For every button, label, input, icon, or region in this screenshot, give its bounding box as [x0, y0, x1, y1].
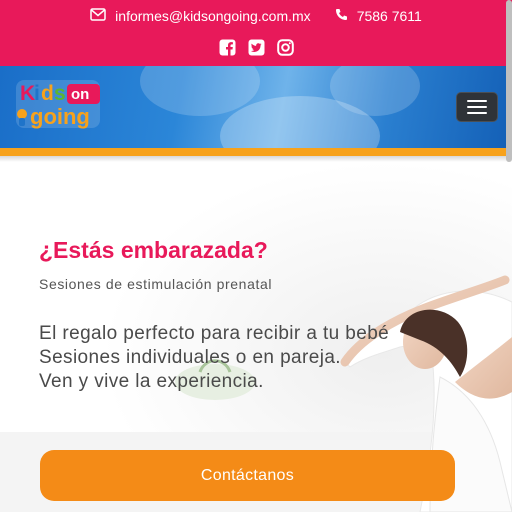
kids-on-going-logo[interactable]: K i d s on going — [14, 76, 104, 130]
social-links — [0, 38, 512, 60]
svg-text:d: d — [41, 82, 54, 105]
hero-body-line: Ven y vive la experiencia. — [39, 371, 264, 392]
menu-toggle-button[interactable] — [456, 92, 498, 122]
twitter-icon[interactable] — [247, 38, 266, 57]
envelope-icon — [90, 8, 106, 24]
phone-link[interactable]: 7586 7611 — [335, 8, 422, 24]
contact-row: informes@kidsongoing.com.mx 7586 7611 — [0, 6, 512, 26]
hero-body-line: El regalo perfecto para recibir a tu beb… — [39, 323, 390, 344]
header-accent-stripe — [0, 148, 512, 156]
phone-icon — [335, 8, 348, 24]
hamburger-icon-line — [467, 100, 487, 102]
phone-text: 7586 7611 — [356, 8, 422, 24]
hero-title: ¿Estás embarazada? — [39, 237, 268, 263]
instagram-icon[interactable] — [276, 38, 295, 57]
svg-text:i: i — [34, 82, 40, 105]
hamburger-icon-line — [467, 106, 487, 108]
svg-text:going: going — [30, 104, 90, 129]
contact-button[interactable]: Contáctanos — [40, 450, 455, 501]
svg-text:K: K — [20, 82, 35, 105]
hero-body: El regalo perfecto para recibir a tu beb… — [39, 322, 479, 394]
scrollbar[interactable] — [506, 0, 512, 162]
email-text: informes@kidsongoing.com.mx — [115, 8, 311, 24]
facebook-icon[interactable] — [218, 38, 237, 57]
svg-text:s: s — [54, 82, 66, 105]
top-bar: informes@kidsongoing.com.mx 7586 7611 — [0, 0, 512, 66]
carousel-next-arrow-icon[interactable]: › — [474, 344, 494, 366]
svg-text:on: on — [71, 86, 89, 103]
hero-subtitle: Sesiones de estimulación prenatal — [39, 276, 273, 292]
email-link[interactable]: informes@kidsongoing.com.mx — [90, 8, 311, 24]
hero-body-line: Sesiones individuales o en pareja. — [39, 347, 341, 368]
hamburger-icon-line — [467, 112, 487, 114]
